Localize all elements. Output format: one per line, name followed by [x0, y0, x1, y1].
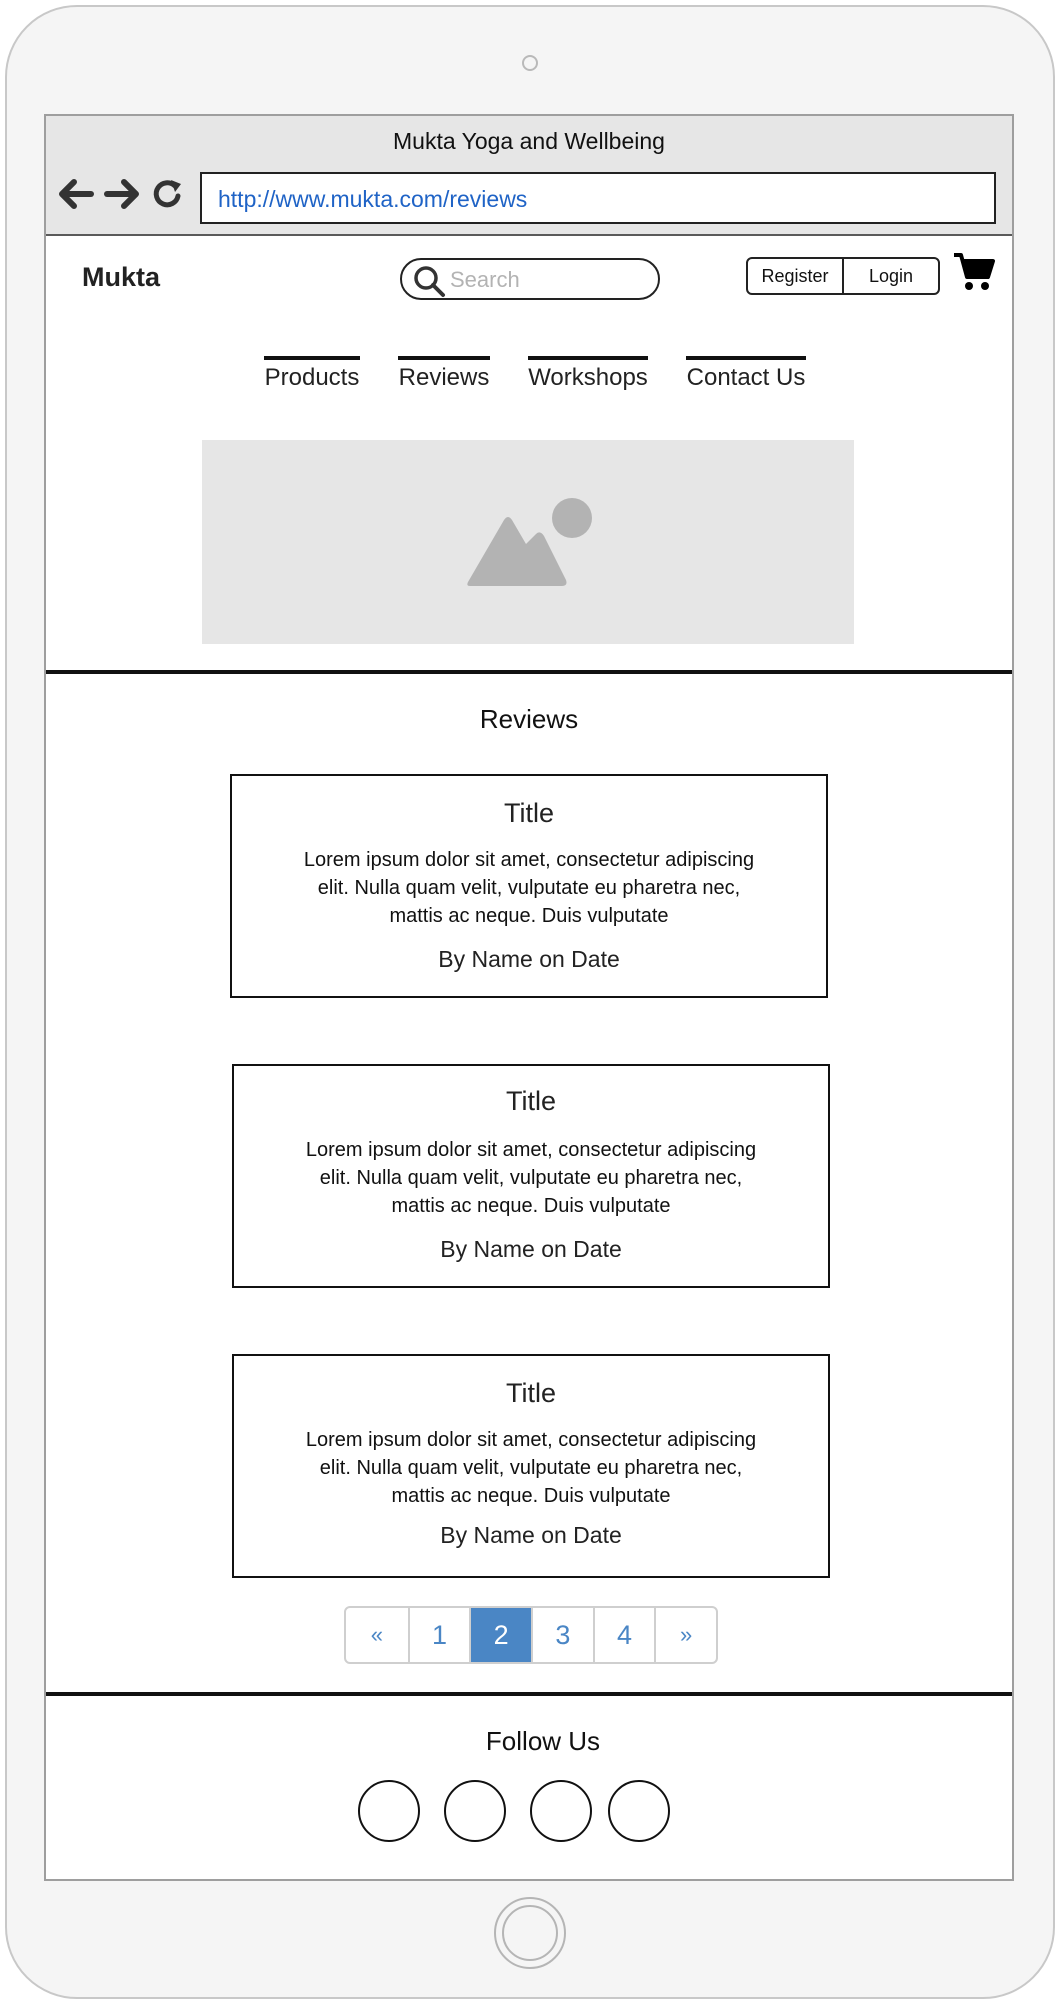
pagination-prev-button[interactable]: «	[346, 1608, 408, 1662]
social-link-3[interactable]	[530, 1780, 592, 1842]
review-card: Title Lorem ipsum dolor sit amet, consec…	[230, 774, 828, 998]
pagination-next-button[interactable]: »	[654, 1608, 716, 1662]
pagination-page-1[interactable]: 1	[407, 1608, 470, 1662]
login-button[interactable]: Login	[842, 259, 938, 293]
review-title: Title	[505, 1378, 556, 1408]
pagination: « 1 2 3 4 »	[344, 1606, 718, 1664]
pagination-page-2[interactable]: 2	[469, 1608, 531, 1662]
url-field[interactable]: http://www.mukta.com/reviews	[200, 172, 996, 224]
nav-item-products[interactable]: Products	[264, 356, 360, 392]
cart-icon[interactable]	[952, 250, 996, 294]
search-icon	[414, 266, 445, 297]
nav-item-label: Workshops	[528, 364, 648, 391]
brand-logo[interactable]: Mukta	[82, 262, 160, 293]
pagination-page-4[interactable]: 4	[592, 1608, 655, 1662]
review-card: Title Lorem ipsum dolor sit amet, consec…	[232, 1354, 830, 1578]
search-placeholder: Search	[450, 267, 520, 292]
url-text: http://www.mukta.com/reviews	[218, 186, 528, 212]
review-byline: By Name on Date	[440, 1522, 622, 1548]
review-title: Title	[503, 798, 554, 828]
auth-button-group: Register Login	[746, 257, 940, 295]
nav-item-label: Products	[264, 364, 360, 391]
review-byline: By Name on Date	[438, 946, 620, 972]
home-button[interactable]	[494, 1897, 566, 1969]
review-title: Title	[505, 1086, 556, 1116]
reviews-heading: Reviews	[479, 704, 579, 734]
arrow-right-icon[interactable]	[104, 176, 140, 212]
arrow-left-icon[interactable]	[58, 176, 94, 212]
review-byline: By Name on Date	[440, 1236, 622, 1262]
camera-icon	[522, 55, 538, 71]
review-body: Lorem ipsum dolor sit amet, consectetur …	[305, 1139, 757, 1217]
nav-item-label: Reviews	[398, 364, 490, 391]
nav-item-label: Contact Us	[686, 364, 806, 391]
section-divider	[46, 670, 1012, 674]
social-link-4[interactable]	[608, 1780, 670, 1842]
window-title: Mukta Yoga and Wellbeing	[393, 128, 665, 154]
review-card: Title Lorem ipsum dolor sit amet, consec…	[232, 1064, 830, 1288]
image-placeholder-icon	[467, 498, 592, 586]
review-body: Lorem ipsum dolor sit amet, consectetur …	[303, 849, 755, 927]
nav-item-reviews[interactable]: Reviews	[398, 356, 490, 392]
nav-item-contact-us[interactable]: Contact Us	[686, 356, 806, 392]
nav-item-workshops[interactable]: Workshops	[528, 356, 648, 392]
search-input[interactable]: Search	[400, 258, 660, 300]
social-link-2[interactable]	[444, 1780, 506, 1842]
home-button-ring	[502, 1905, 558, 1961]
screen: Mukta Yoga and Wellbeing http://www.mukt…	[44, 114, 1014, 1881]
hero-image	[202, 440, 854, 644]
browser-toolbar: Mukta Yoga and Wellbeing http://www.mukt…	[46, 116, 1012, 236]
follow-us-heading: Follow Us	[485, 1726, 601, 1756]
social-link-1[interactable]	[358, 1780, 420, 1842]
section-divider	[46, 1692, 1012, 1696]
register-button[interactable]: Register	[748, 259, 842, 293]
pagination-page-3[interactable]: 3	[531, 1608, 593, 1662]
review-body: Lorem ipsum dolor sit amet, consectetur …	[305, 1429, 757, 1507]
reload-icon[interactable]	[150, 176, 186, 212]
